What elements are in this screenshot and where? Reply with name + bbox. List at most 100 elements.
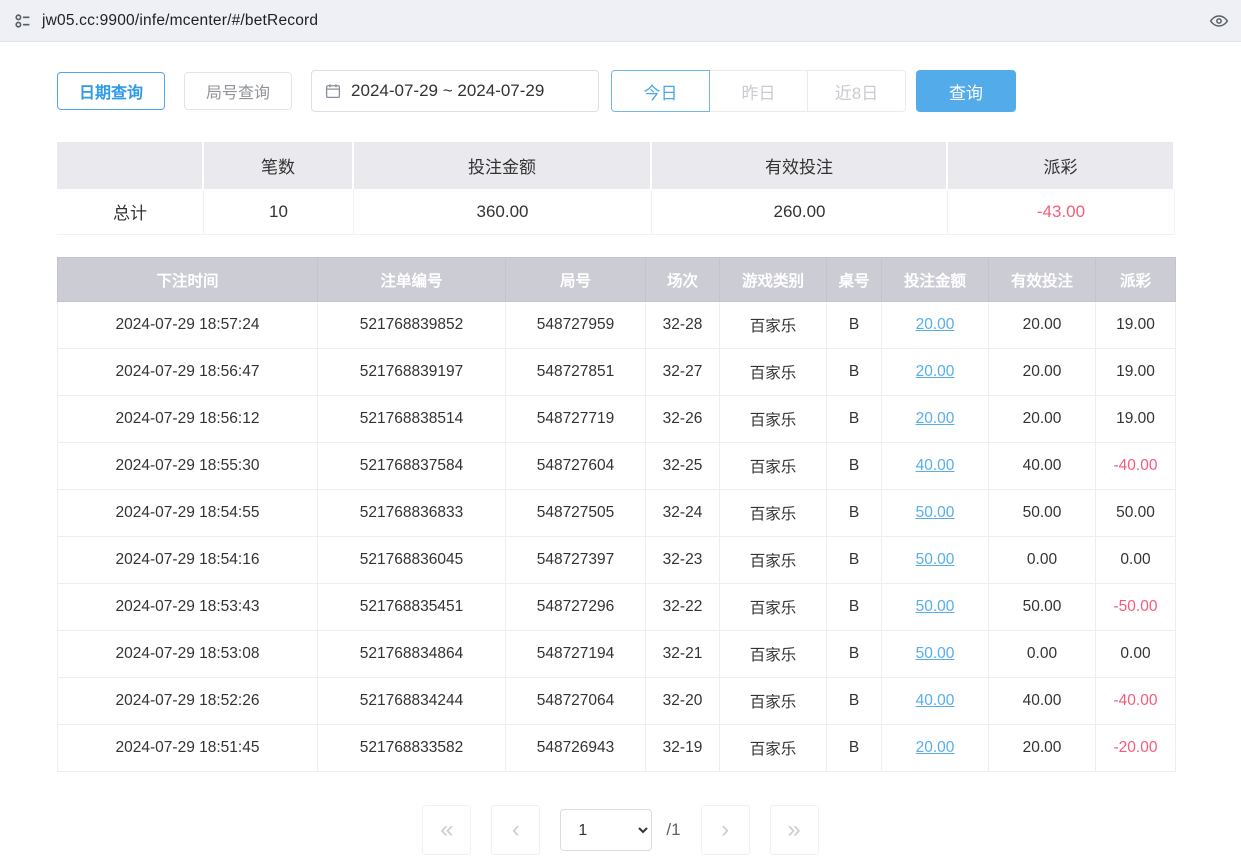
cell-round-no: 548727296 bbox=[506, 584, 646, 631]
cell-table-no: B bbox=[827, 443, 882, 490]
bet-amount-link[interactable]: 20.00 bbox=[916, 739, 955, 756]
cell-session: 32-20 bbox=[646, 678, 720, 725]
bet-amount-link[interactable]: 40.00 bbox=[916, 692, 955, 709]
cell-bet-amount: 50.00 bbox=[882, 490, 989, 537]
bet-amount-link[interactable]: 20.00 bbox=[916, 363, 955, 380]
page-total-label: /1 bbox=[666, 820, 680, 840]
cell-valid-bet: 50.00 bbox=[989, 584, 1096, 631]
cell-bet-no: 521768834864 bbox=[318, 631, 506, 678]
cell-round-no: 548727064 bbox=[506, 678, 646, 725]
filter-bar: 日期查询 局号查询 2024-07-29 ~ 2024-07-29 今日 昨日 … bbox=[57, 70, 1184, 112]
cell-bet-no: 521768834244 bbox=[318, 678, 506, 725]
cell-table-no: B bbox=[827, 631, 882, 678]
table-row: 2024-07-29 18:56:12 521768838514 5487277… bbox=[58, 396, 1176, 443]
bet-amount-link[interactable]: 50.00 bbox=[916, 645, 955, 662]
cell-game-type: 百家乐 bbox=[720, 302, 827, 349]
cell-bet-amount: 20.00 bbox=[882, 349, 989, 396]
cell-session: 32-24 bbox=[646, 490, 720, 537]
cell-table-no: B bbox=[827, 678, 882, 725]
cell-bet-no: 521768836833 bbox=[318, 490, 506, 537]
cell-session: 32-19 bbox=[646, 725, 720, 772]
cell-bet-time: 2024-07-29 18:56:47 bbox=[58, 349, 318, 396]
cell-session: 32-27 bbox=[646, 349, 720, 396]
today-button[interactable]: 今日 bbox=[611, 70, 710, 112]
table-row: 2024-07-29 18:56:47 521768839197 5487278… bbox=[58, 349, 1176, 396]
cell-table-no: B bbox=[827, 584, 882, 631]
cell-round-no: 548727194 bbox=[506, 631, 646, 678]
table-row: 2024-07-29 18:54:16 521768836045 5487273… bbox=[58, 537, 1176, 584]
bet-amount-link[interactable]: 40.00 bbox=[916, 457, 955, 474]
cell-game-type: 百家乐 bbox=[720, 678, 827, 725]
bet-amount-link[interactable]: 50.00 bbox=[916, 504, 955, 521]
last-8-days-button[interactable]: 近8日 bbox=[807, 70, 906, 112]
last-page-button[interactable]: » bbox=[770, 805, 819, 855]
cell-session: 32-21 bbox=[646, 631, 720, 678]
cell-bet-amount: 20.00 bbox=[882, 396, 989, 443]
url-text[interactable]: jw05.cc:9900/infe/mcenter/#/betRecord bbox=[42, 12, 318, 30]
cell-bet-time: 2024-07-29 18:55:30 bbox=[58, 443, 318, 490]
cell-bet-amount: 50.00 bbox=[882, 631, 989, 678]
cell-payout: 0.00 bbox=[1096, 631, 1176, 678]
cell-bet-time: 2024-07-29 18:54:16 bbox=[58, 537, 318, 584]
cell-session: 32-22 bbox=[646, 584, 720, 631]
cell-bet-time: 2024-07-29 18:56:12 bbox=[58, 396, 318, 443]
cell-bet-no: 521768837584 bbox=[318, 443, 506, 490]
cell-bet-time: 2024-07-29 18:54:55 bbox=[58, 490, 318, 537]
cell-valid-bet: 0.00 bbox=[989, 631, 1096, 678]
cell-round-no: 548727397 bbox=[506, 537, 646, 584]
round-query-tab-button[interactable]: 局号查询 bbox=[184, 72, 292, 110]
cell-payout: 19.00 bbox=[1096, 396, 1176, 443]
cell-session: 32-28 bbox=[646, 302, 720, 349]
cell-bet-time: 2024-07-29 18:51:45 bbox=[58, 725, 318, 772]
header-session: 场次 bbox=[646, 258, 720, 302]
header-round-no: 局号 bbox=[506, 258, 646, 302]
header-payout: 派彩 bbox=[1096, 258, 1176, 302]
preview-eye-icon[interactable] bbox=[1209, 11, 1229, 31]
table-row: 2024-07-29 18:54:55 521768836833 5487275… bbox=[58, 490, 1176, 537]
cell-round-no: 548727851 bbox=[506, 349, 646, 396]
cell-table-no: B bbox=[827, 537, 882, 584]
search-button[interactable]: 查询 bbox=[916, 70, 1016, 112]
header-table-no: 桌号 bbox=[827, 258, 882, 302]
summary-header-bet-amount: 投注金额 bbox=[354, 142, 652, 189]
cell-table-no: B bbox=[827, 725, 882, 772]
table-row: 2024-07-29 18:51:45 521768833582 5487269… bbox=[58, 725, 1176, 772]
date-query-tab-button[interactable]: 日期查询 bbox=[57, 72, 165, 110]
cell-valid-bet: 40.00 bbox=[989, 443, 1096, 490]
calendar-icon bbox=[324, 82, 342, 100]
cell-round-no: 548727604 bbox=[506, 443, 646, 490]
cell-bet-time: 2024-07-29 18:53:43 bbox=[58, 584, 318, 631]
prev-page-button[interactable]: ‹ bbox=[491, 805, 540, 855]
cell-round-no: 548726943 bbox=[506, 725, 646, 772]
cell-valid-bet: 20.00 bbox=[989, 725, 1096, 772]
cell-bet-no: 521768838514 bbox=[318, 396, 506, 443]
cell-round-no: 548727505 bbox=[506, 490, 646, 537]
bet-amount-link[interactable]: 50.00 bbox=[916, 551, 955, 568]
cell-bet-amount: 20.00 bbox=[882, 302, 989, 349]
summary-payout-value: -43.00 bbox=[948, 189, 1175, 235]
summary-bet-amount-value: 360.00 bbox=[354, 189, 652, 235]
summary-header-blank bbox=[57, 142, 204, 189]
summary-table: 笔数 投注金额 有效投注 派彩 总计 10 360.00 260.00 -43.… bbox=[57, 142, 1175, 235]
bet-record-page: 日期查询 局号查询 2024-07-29 ~ 2024-07-29 今日 昨日 … bbox=[0, 70, 1241, 855]
bet-amount-link[interactable]: 20.00 bbox=[916, 316, 955, 333]
cell-table-no: B bbox=[827, 396, 882, 443]
cell-round-no: 548727959 bbox=[506, 302, 646, 349]
page-select[interactable]: 1 bbox=[560, 809, 652, 851]
next-page-button[interactable]: › bbox=[701, 805, 750, 855]
browser-profile-icon[interactable] bbox=[12, 10, 34, 32]
quick-range-group: 今日 昨日 近8日 bbox=[611, 70, 906, 112]
bet-table-body: 2024-07-29 18:57:24 521768839852 5487279… bbox=[58, 302, 1176, 772]
cell-bet-amount: 50.00 bbox=[882, 584, 989, 631]
header-bet-no: 注单编号 bbox=[318, 258, 506, 302]
bet-amount-link[interactable]: 50.00 bbox=[916, 598, 955, 615]
cell-bet-amount: 20.00 bbox=[882, 725, 989, 772]
first-page-button[interactable]: « bbox=[422, 805, 471, 855]
yesterday-button[interactable]: 昨日 bbox=[709, 70, 808, 112]
cell-game-type: 百家乐 bbox=[720, 584, 827, 631]
cell-bet-amount: 40.00 bbox=[882, 443, 989, 490]
bet-amount-link[interactable]: 20.00 bbox=[916, 410, 955, 427]
cell-valid-bet: 20.00 bbox=[989, 302, 1096, 349]
cell-bet-time: 2024-07-29 18:53:08 bbox=[58, 631, 318, 678]
date-range-picker[interactable]: 2024-07-29 ~ 2024-07-29 bbox=[311, 70, 599, 112]
